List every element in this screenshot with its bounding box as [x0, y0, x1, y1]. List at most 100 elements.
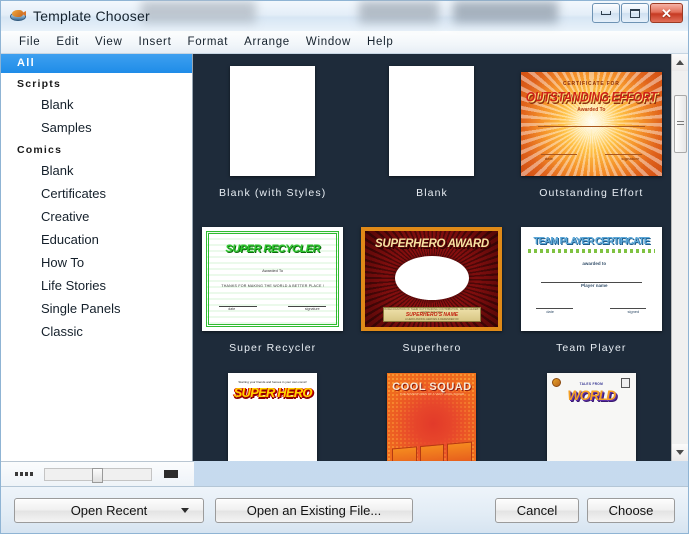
open-existing-file-button[interactable]: Open an Existing File...: [215, 497, 413, 523]
scrollbar-track[interactable]: [671, 71, 688, 444]
tp-name: Player name: [581, 283, 608, 289]
template-item[interactable]: Starring your friends and heroes in your…: [193, 366, 352, 461]
thumbnail-super-recycler[interactable]: SUPER RECYCLER Awarded To THANKS FOR MAK…: [202, 227, 344, 331]
template-thumb-wrap: TALES FROM WORLD MORE ADVENTURES INSIDE!: [546, 366, 636, 461]
template-item[interactable]: Blank: [352, 56, 511, 211]
sidebar-item-comics-creative[interactable]: Creative: [1, 205, 192, 228]
template-item[interactable]: TEAM PLAYER CERTIFICATE awarded to Playe…: [512, 211, 671, 366]
choose-button[interactable]: Choose: [587, 497, 675, 523]
sr-title: SUPER RECYCLER: [225, 243, 320, 255]
super-recycler-art: SUPER RECYCLER Awarded To THANKS FOR MAK…: [202, 227, 344, 331]
thumbnail-outstanding-effort[interactable]: CERTIFICATE FOR OUTSTANDING EFFORT Award…: [520, 72, 662, 176]
thumbnail-size-bar: [1, 461, 194, 486]
scroll-down-icon[interactable]: [671, 444, 688, 461]
template-item[interactable]: COOL SQUAD THE ADVENTURES OF A VERY COOL…: [352, 366, 511, 461]
sh-bar-main: SUPERHERO'S NAME: [405, 311, 459, 318]
small-thumbnails-icon[interactable]: [15, 472, 33, 476]
oe-name-line: [537, 126, 645, 128]
template-caption: Blank: [416, 187, 448, 199]
template-thumb-wrap: [230, 56, 316, 176]
thumbnail-size-slider[interactable]: [44, 467, 152, 483]
menu-help[interactable]: Help: [359, 34, 401, 50]
sidebar-item-comics-how-to[interactable]: How To: [1, 251, 192, 274]
sr-right-label: signature: [304, 306, 320, 311]
cancel-button[interactable]: Cancel: [495, 497, 579, 523]
scrollbar-thumb[interactable]: [673, 95, 687, 153]
menu-file[interactable]: File: [11, 34, 48, 50]
sidebar-item-comics-classic[interactable]: Classic: [1, 320, 192, 343]
sr-left-line: [219, 306, 258, 307]
template-item[interactable]: Blank (with Styles): [193, 56, 352, 211]
thumbnail-size-slider-knob[interactable]: [92, 467, 103, 483]
close-button[interactable]: ✕: [650, 3, 683, 23]
template-thumb-wrap: SUPER RECYCLER Awarded To THANKS FOR MAK…: [202, 211, 344, 331]
chevron-down-icon: [181, 508, 189, 513]
app-icon: [10, 8, 26, 24]
tp-title: TEAM PLAYER CERTIFICATE: [533, 236, 650, 248]
menu-view[interactable]: View: [87, 34, 131, 50]
template-thumb-wrap: COOL SQUAD THE ADVENTURES OF A VERY COOL…: [387, 366, 477, 461]
thumbnail-blank[interactable]: [389, 66, 475, 176]
template-grid-area: Blank (with Styles) Blank CERTIFICATE FO…: [193, 54, 688, 461]
large-thumbnails-icon[interactable]: [164, 470, 178, 478]
sr-left-label: date: [228, 306, 236, 311]
sh-name-bar: IN RECOGNITION OF THEIR OUTSTANDING CONT…: [382, 306, 482, 323]
sh-bar-bottom: A HERO AMONG HEROES & DEFENDER OF: [405, 317, 459, 321]
thumbnail-blank-with-styles[interactable]: [230, 66, 316, 176]
minimize-icon: [601, 11, 611, 15]
cov-sh-tagline: Starring your friends and heroes in your…: [238, 379, 307, 384]
thumbnail-team-player[interactable]: TEAM PLAYER CERTIFICATE awarded to Playe…: [520, 227, 662, 331]
sidebar-item-comics-single-panels[interactable]: Single Panels: [1, 297, 192, 320]
template-thumb-wrap: CERTIFICATE FOR OUTSTANDING EFFORT Award…: [520, 56, 662, 176]
menu-arrange[interactable]: Arrange: [236, 34, 298, 50]
team-player-art: TEAM PLAYER CERTIFICATE awarded to Playe…: [520, 227, 662, 331]
template-item[interactable]: SUPERHERO AWARD IN RECOGNITION OF THEIR …: [352, 211, 511, 366]
menu-format[interactable]: Format: [179, 34, 236, 50]
sidebar-item-comics-education[interactable]: Education: [1, 228, 192, 251]
cs-panel-row: [391, 441, 473, 461]
oe-right-line: [605, 154, 643, 156]
template-item[interactable]: TALES FROM WORLD MORE ADVENTURES INSIDE!: [512, 366, 671, 461]
template-caption: Superhero: [402, 342, 462, 354]
sidebar-group-comics: Comics: [17, 144, 63, 156]
thumbnail-super-hero-cover[interactable]: Starring your friends and heroes in your…: [228, 373, 318, 461]
titlebar-blur-artifact-1: [141, 1, 256, 23]
sidebar-item-scripts-samples[interactable]: Samples: [1, 116, 192, 139]
template-item[interactable]: CERTIFICATE FOR OUTSTANDING EFFORT Award…: [512, 56, 671, 211]
tp-right-label: signed: [627, 309, 640, 315]
template-chooser-window: Template Chooser ✕ File Edit View Insert…: [0, 0, 689, 534]
template-grid: Blank (with Styles) Blank CERTIFICATE FO…: [193, 54, 671, 461]
sidebar-item-comics-certificates[interactable]: Certificates: [1, 182, 192, 205]
thumbnail-cool-squad-cover[interactable]: COOL SQUAD THE ADVENTURES OF A VERY COOL…: [387, 373, 477, 461]
sidebar-item-scripts-blank[interactable]: Blank: [1, 93, 192, 116]
oe-left-line: [540, 154, 578, 156]
sidebar-item-comics-life-stories[interactable]: Life Stories: [1, 274, 192, 297]
tp-left-label: date: [546, 309, 554, 315]
thumbnail-superhero[interactable]: SUPERHERO AWARD IN RECOGNITION OF THEIR …: [361, 227, 503, 331]
category-sidebar: All Scripts Blank Samples Comics Blank C…: [1, 54, 193, 461]
scroll-up-icon[interactable]: [671, 54, 688, 71]
tp-left-line: [536, 308, 573, 310]
menu-window[interactable]: Window: [298, 34, 359, 50]
window-title: Template Chooser: [33, 8, 150, 24]
tp-band: [527, 248, 655, 253]
menu-edit[interactable]: Edit: [48, 34, 87, 50]
title-bar[interactable]: Template Chooser ✕: [1, 1, 688, 31]
outstanding-effort-art: CERTIFICATE FOR OUTSTANDING EFFORT Award…: [520, 72, 662, 176]
cs-panel: [391, 446, 417, 461]
sr-body: THANKS FOR MAKING THE WORLD A BETTER PLA…: [221, 284, 324, 289]
minimize-button[interactable]: [592, 3, 620, 23]
sidebar-item-comics-blank[interactable]: Blank: [1, 159, 192, 182]
scrollbar-grip-icon: [676, 121, 684, 127]
future-world-cover-art: TALES FROM WORLD MORE ADVENTURES INSIDE!: [546, 373, 636, 461]
template-grid-scrollbar[interactable]: [671, 54, 688, 461]
template-item[interactable]: SUPER RECYCLER Awarded To THANKS FOR MAK…: [193, 211, 352, 366]
maximize-button[interactable]: [621, 3, 649, 23]
sidebar-item-all[interactable]: All: [1, 54, 192, 73]
tp-sub: awarded to: [582, 261, 607, 267]
thumbnail-future-world-cover[interactable]: TALES FROM WORLD MORE ADVENTURES INSIDE!: [546, 373, 636, 461]
menu-insert[interactable]: Insert: [131, 34, 180, 50]
oe-left-label: date: [544, 156, 554, 162]
open-recent-button[interactable]: Open Recent: [14, 497, 204, 523]
sidebar-group-scripts: Scripts: [17, 78, 61, 90]
